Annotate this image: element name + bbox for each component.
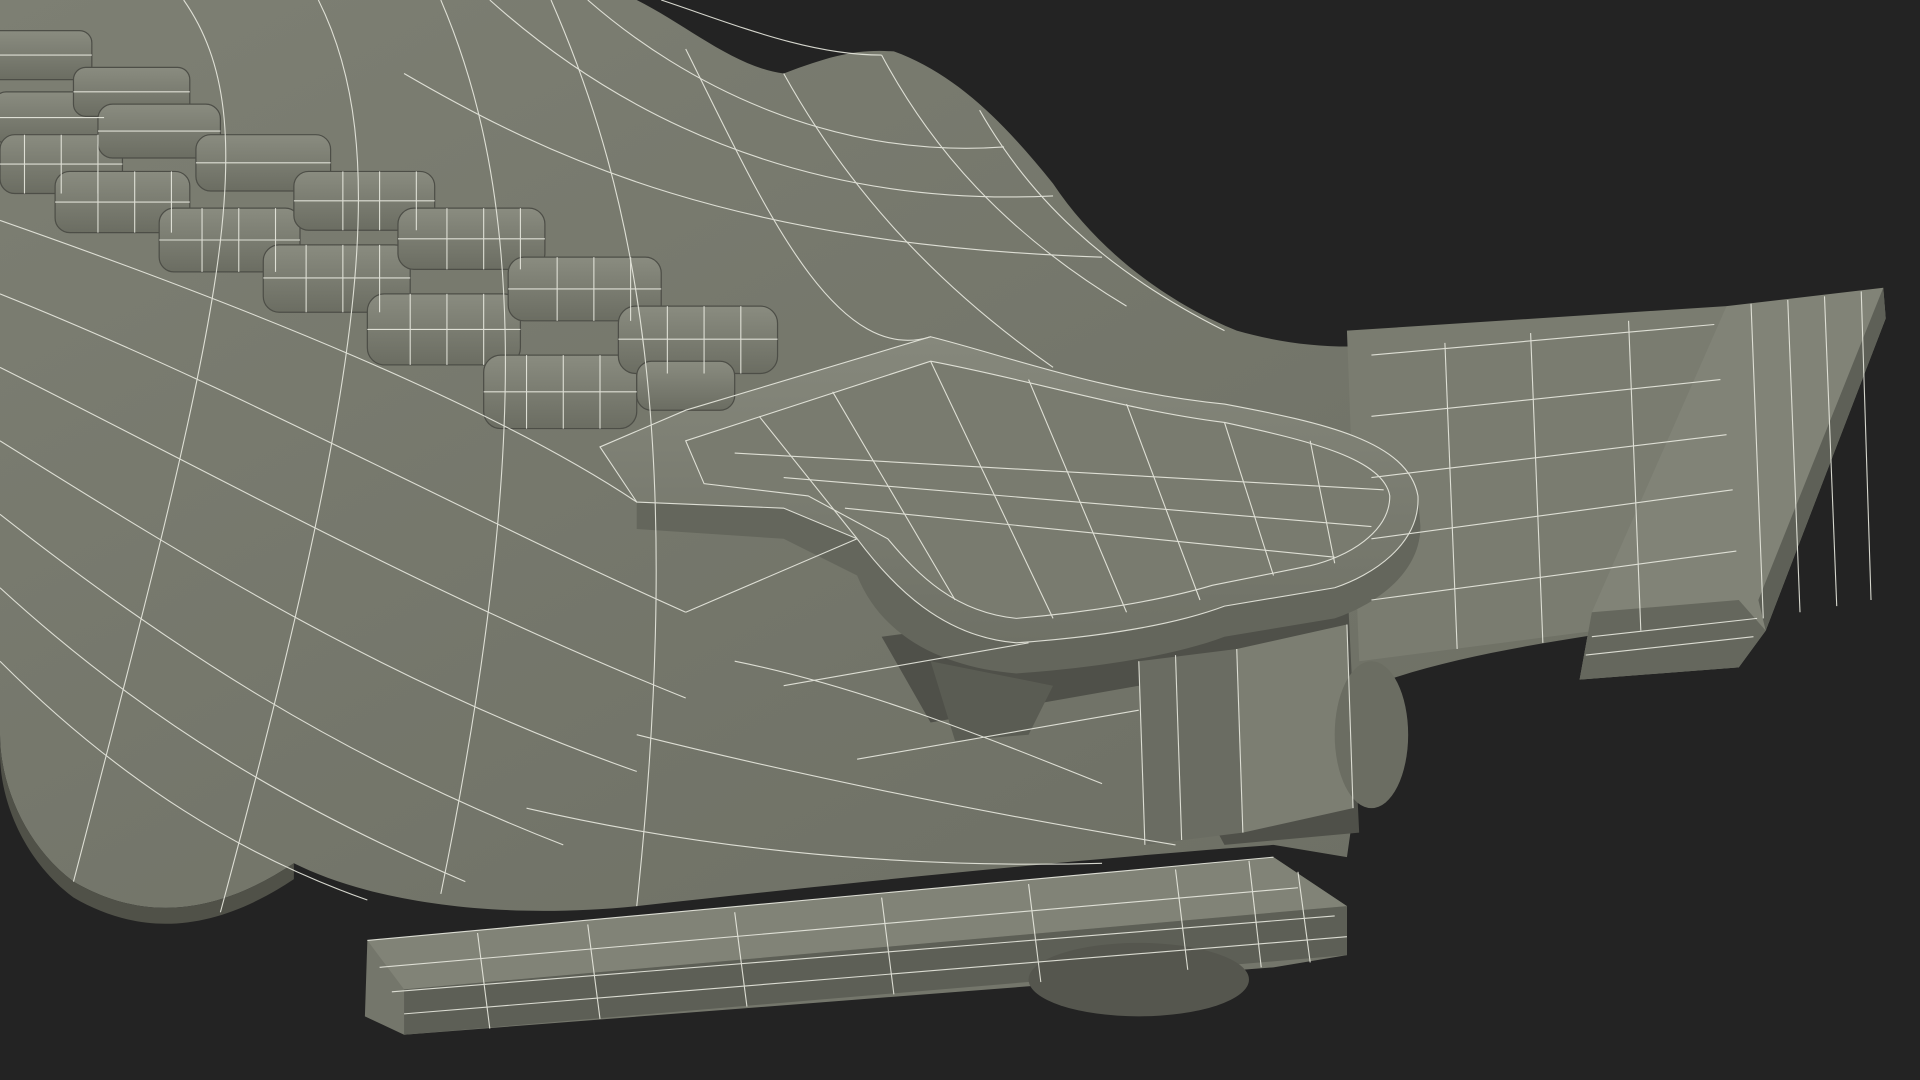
zipper-wireframe-render <box>0 0 1920 1080</box>
render-viewport <box>0 0 1920 1080</box>
